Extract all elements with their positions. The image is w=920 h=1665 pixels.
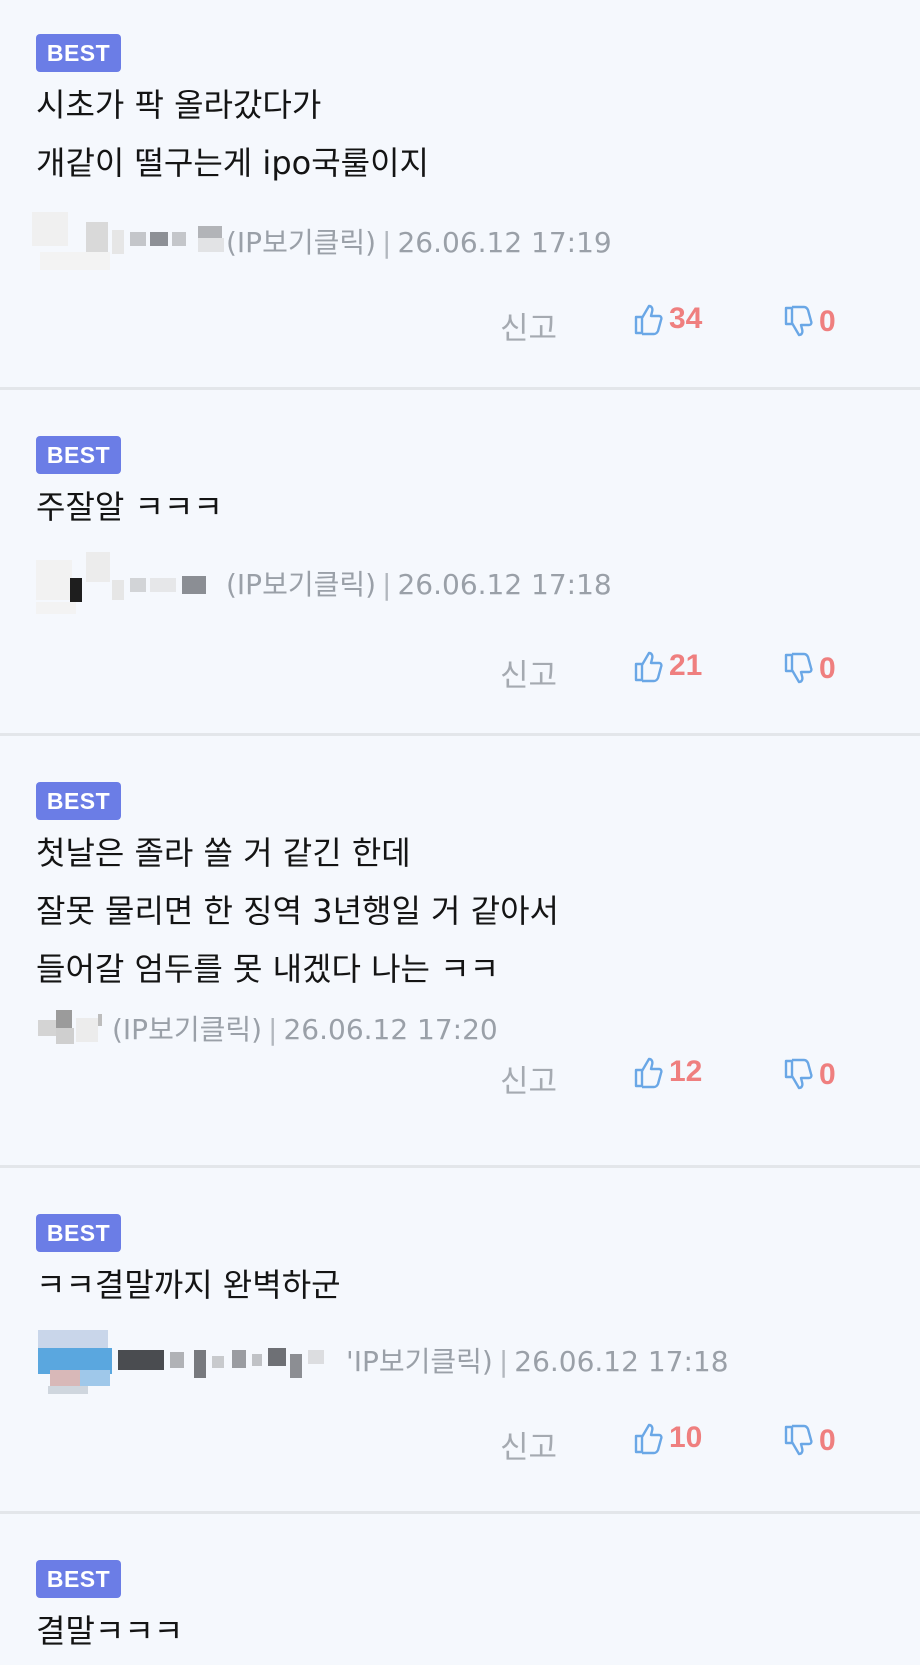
separator: |: [382, 568, 392, 601]
comment-item: BEST 시초가 팍 올라갔다가 개같이 떨구는게 ipo국룰이지 (IP보기클…: [0, 0, 920, 390]
ip-view-link[interactable]: (IP보기클릭): [112, 1013, 262, 1046]
separator: |: [498, 1345, 509, 1378]
comment-text: 첫날은 졸라 쏠 거 같긴 한데 잘못 물리면 한 징역 3년행일 거 같아서 …: [36, 824, 559, 998]
best-badge: BEST: [36, 782, 121, 820]
avatar[interactable]: [26, 550, 210, 616]
like-count: 21: [669, 649, 703, 682]
comment-meta: (IP보기클릭) | 26.06.12 17:18: [26, 550, 612, 616]
report-button[interactable]: 신고: [500, 1056, 557, 1101]
like-count: 10: [669, 1421, 703, 1454]
dislike-count: 0: [819, 652, 836, 685]
comment-line: 결말ㅋㅋㅋ: [36, 1612, 184, 1650]
dislike-button[interactable]: 0: [783, 305, 836, 339]
comment-line: 첫날은 졸라 쏠 거 같긴 한데: [36, 834, 411, 872]
timestamp: 26.06.12 17:18: [514, 1345, 729, 1378]
dislike-button[interactable]: 0: [783, 1424, 836, 1458]
comment-meta: (IP보기클릭) | 26.06.12 17:19: [26, 208, 612, 274]
comment-item: BEST 주잘알 ㅋㅋㅋ (IP보기클릭) | 26.06.12 17:18 신고 …: [0, 390, 920, 736]
ip-view-link[interactable]: (IP보기클릭): [226, 226, 376, 259]
thumbs-down-icon: [783, 652, 813, 686]
thumbs-up-icon: [633, 1055, 663, 1089]
avatar[interactable]: [36, 1324, 346, 1396]
ip-view-link[interactable]: 'IP보기클릭): [346, 1345, 493, 1378]
best-badge: BEST: [36, 34, 121, 72]
best-badge: BEST: [36, 436, 121, 474]
like-count: 34: [669, 302, 703, 335]
thumbs-up-icon: [633, 1421, 663, 1455]
ip-view-link[interactable]: (IP보기클릭): [226, 568, 376, 601]
thumbs-down-icon: [783, 305, 813, 339]
like-button[interactable]: 34: [633, 302, 702, 336]
timestamp: 26.06.12 17:20: [283, 1013, 498, 1046]
comment-line: 잘못 물리면 한 징역 3년행일 거 같아서: [36, 892, 559, 930]
like-button[interactable]: 10: [633, 1421, 702, 1455]
report-button[interactable]: 신고: [500, 1422, 557, 1467]
timestamp: 26.06.12 17:18: [397, 568, 612, 601]
comment-item: BEST 첫날은 졸라 쏠 거 같긴 한데 잘못 물리면 한 징역 3년행일 거…: [0, 736, 920, 1168]
comment-meta: 'IP보기클릭) | 26.06.12 17:18: [36, 1324, 729, 1396]
comment-text: 주잘알 ㅋㅋㅋ: [36, 478, 223, 536]
avatar[interactable]: [26, 208, 224, 274]
dislike-button[interactable]: 0: [783, 1058, 836, 1092]
like-button[interactable]: 12: [633, 1055, 702, 1089]
comment-item: BEST ㅋㅋ결말까지 완벽하군 'IP보기클릭) | 26.06.12 17:18…: [0, 1168, 920, 1514]
dislike-button[interactable]: 0: [783, 652, 836, 686]
thumbs-down-icon: [783, 1058, 813, 1092]
comment-text: 결말ㅋㅋㅋ: [36, 1602, 183, 1660]
report-button[interactable]: 신고: [500, 303, 557, 348]
comment-text: 시초가 팍 올라갔다가 개같이 떨구는게 ipo국룰이지: [36, 76, 429, 192]
comment-line: ㅋㅋ결말까지 완벽하군: [36, 1266, 341, 1304]
comment-line: 시초가 팍 올라갔다가: [36, 86, 322, 124]
timestamp: 26.06.12 17:19: [397, 226, 612, 259]
report-button[interactable]: 신고: [500, 650, 557, 695]
comment-line: 개같이 떨구는게 ipo국룰이지: [36, 144, 429, 182]
comment-item: BEST 결말ㅋㅋㅋ: [0, 1514, 920, 1665]
comment-line: 들어갈 엄두를 못 내겠다 나는 ㅋㅋ: [36, 950, 500, 988]
dislike-count: 0: [819, 1424, 836, 1457]
comment-line: 주잘알 ㅋㅋㅋ: [36, 488, 223, 526]
like-count: 12: [669, 1055, 703, 1088]
thumbs-up-icon: [633, 649, 663, 683]
dislike-count: 0: [819, 1058, 836, 1091]
dislike-count: 0: [819, 305, 836, 338]
best-badge: BEST: [36, 1214, 121, 1252]
comment-meta: (IP보기클릭) | 26.06.12 17:20: [36, 1008, 498, 1048]
separator: |: [382, 226, 392, 259]
avatar[interactable]: [36, 1008, 106, 1048]
best-badge: BEST: [36, 1560, 121, 1598]
like-button[interactable]: 21: [633, 649, 702, 683]
comment-text: ㅋㅋ결말까지 완벽하군: [36, 1256, 341, 1314]
thumbs-up-icon: [633, 302, 663, 336]
thumbs-down-icon: [783, 1424, 813, 1458]
separator: |: [268, 1013, 278, 1046]
